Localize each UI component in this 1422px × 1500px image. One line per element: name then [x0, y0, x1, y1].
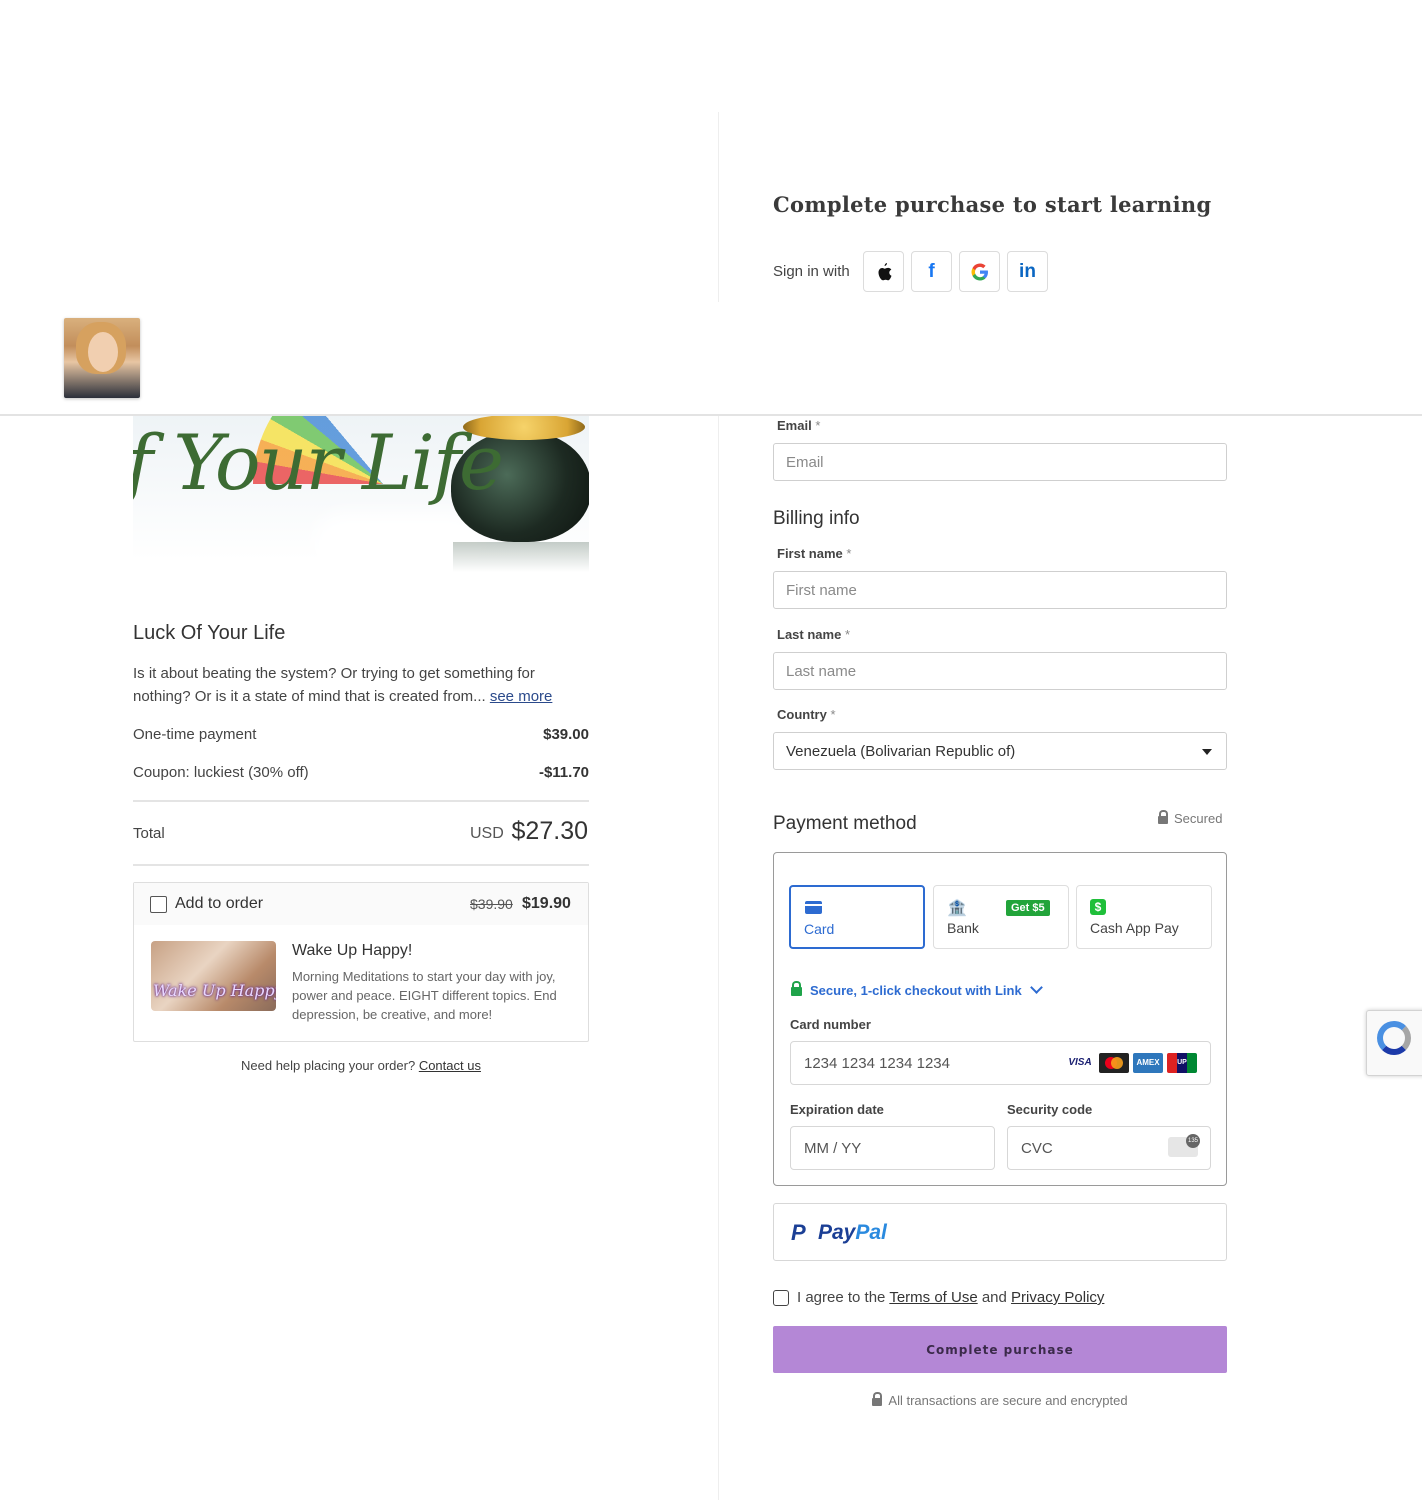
one-time-payment-row: One-time payment $39.00 — [133, 726, 589, 743]
unionpay-icon: UP — [1167, 1053, 1197, 1073]
security-note: All transactions are secure and encrypte… — [773, 1392, 1227, 1408]
paypal-icon: P — [791, 1220, 806, 1245]
linkedin-icon: in — [1019, 260, 1036, 282]
lock-icon — [872, 1392, 883, 1406]
caret-down-icon — [1202, 749, 1212, 755]
help-text: Need help placing your order? Contact us — [241, 1058, 481, 1073]
privacy-policy-link[interactable]: Privacy Policy — [1011, 1289, 1104, 1306]
upsell-description: Morning Meditations to start your day wi… — [292, 969, 557, 1022]
expiration-date-input[interactable]: MM / YY — [790, 1126, 995, 1170]
paypal-button[interactable]: P PayPal — [773, 1203, 1227, 1261]
lock-icon — [1158, 810, 1168, 824]
tab-bank[interactable]: 🏦 Get $5 Bank — [933, 885, 1069, 949]
complete-purchase-button[interactable]: Complete purchase — [773, 1326, 1227, 1373]
apple-signin-button[interactable] — [863, 251, 904, 292]
billing-info-title: Billing info — [773, 508, 860, 529]
tab-cash-app-pay[interactable]: $ Cash App Pay — [1076, 885, 1212, 949]
avatar — [64, 318, 140, 398]
total-amount: $27.30 — [511, 817, 588, 845]
facebook-signin-button[interactable]: f — [911, 251, 952, 292]
coupon-row: Coupon: luckiest (30% off) -$11.70 — [133, 764, 589, 781]
add-to-order-checkbox[interactable] — [150, 896, 167, 913]
original-price: $39.90 — [470, 896, 513, 912]
terms-agreement: I agree to the Terms of Use and Privacy … — [797, 1289, 1105, 1306]
security-code-label: Security code — [1007, 1102, 1093, 1117]
cash-app-icon: $ — [1090, 899, 1106, 915]
discount-price: $19.90 — [522, 895, 571, 912]
divider — [133, 800, 589, 802]
country-select[interactable]: Venezuela (Bolivarian Republic of) — [773, 732, 1227, 770]
first-name-input[interactable] — [773, 571, 1227, 609]
expiration-date-label: Expiration date — [790, 1102, 884, 1117]
country-label: Country * — [777, 707, 836, 722]
facebook-icon: f — [928, 260, 935, 282]
add-to-order-label[interactable]: Add to order — [175, 895, 263, 913]
secured-indicator: Secured — [1158, 810, 1222, 826]
terms-checkbox[interactable] — [773, 1290, 789, 1306]
recaptcha-icon — [1377, 1021, 1411, 1055]
order-bump: Add to order $39.90 $19.90 Wake Up Happy… — [133, 882, 589, 1042]
chevron-down-icon — [1029, 981, 1043, 994]
cvc-card-icon — [1168, 1134, 1200, 1157]
paypal-wordmark: PayPal — [818, 1221, 887, 1244]
apple-icon — [878, 262, 891, 280]
product-description: Is it about beating the system? Or tryin… — [133, 665, 553, 705]
mastercard-icon — [1099, 1053, 1129, 1073]
lock-icon — [791, 981, 802, 996]
security-code-input[interactable]: CVC — [1007, 1126, 1211, 1170]
hero-script-text: f Your Life — [133, 418, 504, 507]
contact-us-link[interactable]: Contact us — [419, 1058, 481, 1073]
total-label: Total — [133, 825, 165, 842]
card-number-input[interactable]: 1234 1234 1234 1234 VISA AMEX UP — [790, 1041, 1211, 1085]
see-more-link[interactable]: see more — [490, 688, 553, 705]
product-title: Luck Of Your Life — [133, 622, 286, 644]
payment-method-title: Payment method — [773, 813, 917, 834]
sign-in-label: Sign in with — [773, 263, 850, 280]
divider — [133, 864, 589, 866]
email-input[interactable] — [773, 443, 1227, 481]
last-name-input[interactable] — [773, 652, 1227, 690]
google-signin-button[interactable] — [959, 251, 1000, 292]
product-hero-image: f Your Life — [133, 414, 589, 586]
bank-icon: 🏦 — [947, 900, 967, 917]
last-name-label: Last name * — [777, 627, 850, 642]
promo-badge: Get $5 — [1006, 900, 1050, 916]
card-payment-panel: Card 🏦 Get $5 Bank $ Cash App Pay Secure… — [773, 852, 1227, 1186]
upsell-thumbnail: Wake Up Happy! — [151, 941, 276, 1011]
first-name-label: First name * — [777, 546, 852, 561]
credit-card-icon — [805, 901, 822, 914]
google-icon — [971, 263, 988, 280]
upsell-title: Wake Up Happy! — [292, 942, 413, 959]
visa-icon: VISA — [1065, 1053, 1095, 1073]
total-currency: USD — [470, 825, 504, 842]
email-label: Email * — [777, 418, 821, 433]
recaptcha-badge[interactable] — [1366, 1010, 1422, 1076]
page-title: Complete purchase to start learning — [773, 192, 1212, 217]
header-bar — [0, 302, 1422, 416]
card-number-label: Card number — [790, 1017, 871, 1032]
tab-card[interactable]: Card — [789, 885, 925, 949]
link-checkout-toggle[interactable]: Secure, 1-click checkout with Link — [791, 981, 1043, 998]
amex-icon: AMEX — [1133, 1053, 1163, 1073]
linkedin-signin-button[interactable]: in — [1007, 251, 1048, 292]
terms-of-use-link[interactable]: Terms of Use — [889, 1289, 977, 1306]
